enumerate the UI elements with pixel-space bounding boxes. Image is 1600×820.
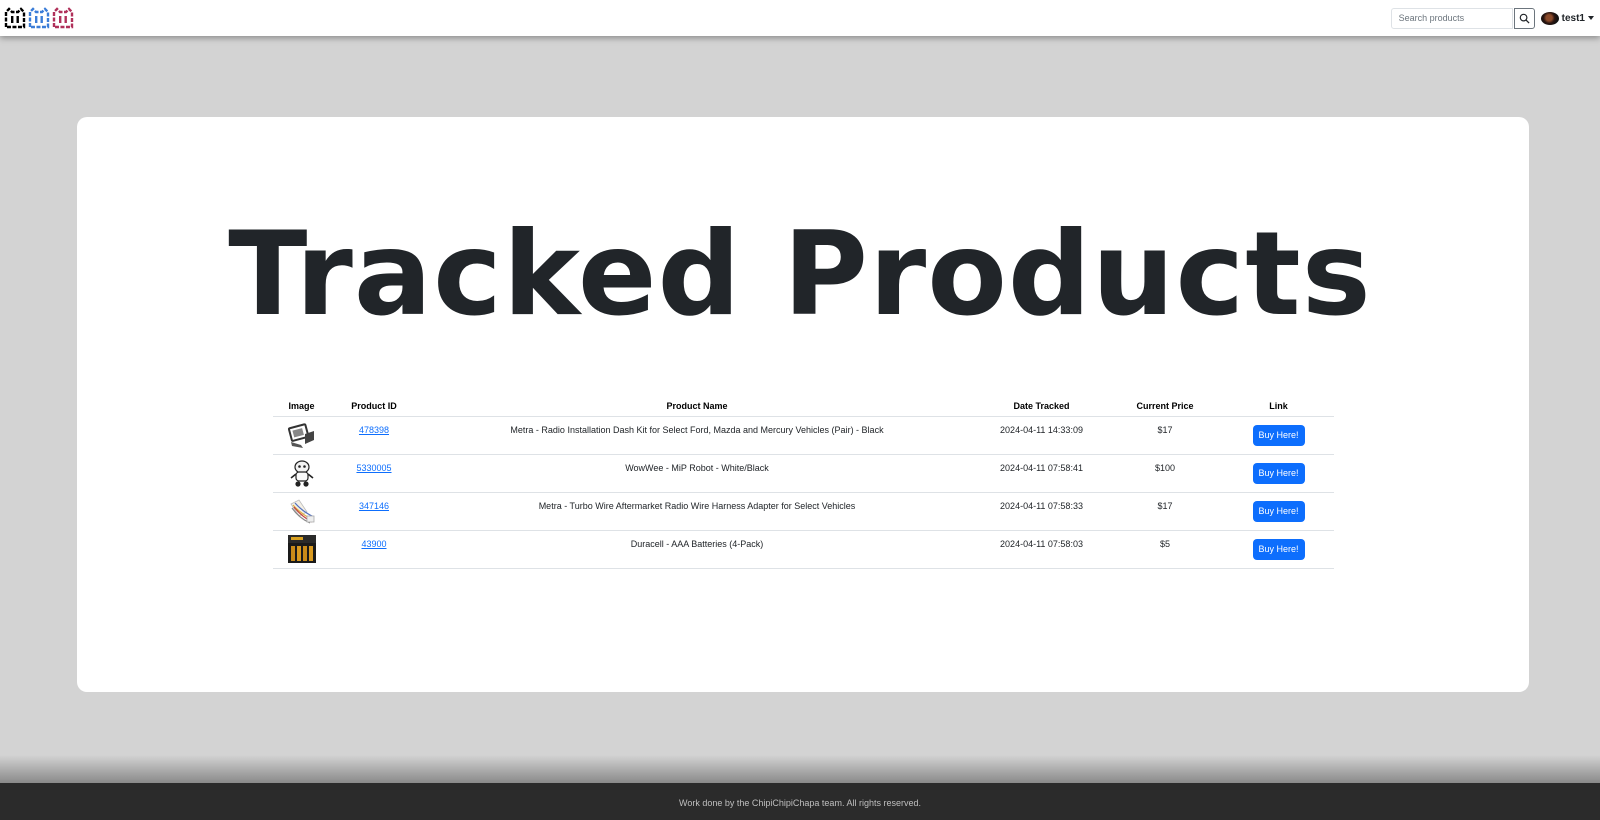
footer-text: Work done by the ChipiChipiChapa team. A…	[679, 798, 921, 808]
search-button[interactable]	[1513, 7, 1535, 29]
dash-kit-thumbnail	[287, 423, 314, 448]
product-id-link[interactable]: 478398	[359, 425, 389, 435]
header-date-tracked: Date Tracked	[976, 396, 1107, 417]
table-header-row: Image Product ID Product Name Date Track…	[273, 396, 1334, 417]
date-tracked-cell: 2024-04-11 07:58:41	[976, 454, 1107, 493]
footer-shadow	[0, 755, 1600, 783]
product-name-cell: Metra - Radio Installation Dash Kit for …	[418, 416, 976, 455]
table-row: 347146 Metra - Turbo Wire Aftermarket Ra…	[273, 492, 1334, 531]
batteries-thumbnail	[287, 535, 316, 563]
date-tracked-cell: 2024-04-11 14:33:09	[976, 416, 1107, 455]
product-name-cell: Metra - Turbo Wire Aftermarket Radio Wir…	[418, 492, 976, 531]
logo-cat-red-icon	[52, 7, 74, 29]
search-icon	[1519, 13, 1530, 24]
logo-cat-black-icon	[4, 7, 26, 29]
header-link: Link	[1223, 396, 1334, 417]
product-id-link[interactable]: 43900	[361, 539, 386, 549]
header-product-name: Product Name	[418, 396, 976, 417]
table-row: 43900 Duracell - AAA Batteries (4-Pack) …	[273, 530, 1334, 569]
buy-here-button[interactable]: Buy Here!	[1252, 500, 1305, 522]
buy-here-button[interactable]: Buy Here!	[1252, 424, 1305, 446]
tracked-products-table: Image Product ID Product Name Date Track…	[273, 396, 1334, 569]
date-tracked-cell: 2024-04-11 07:58:33	[976, 492, 1107, 531]
robot-thumbnail	[290, 460, 313, 487]
page-title: Tracked Products	[228, 207, 1372, 342]
header-image: Image	[273, 396, 330, 417]
avatar	[1540, 11, 1559, 25]
logo-cat-blue-icon	[28, 7, 50, 29]
buy-here-button[interactable]: Buy Here!	[1252, 538, 1305, 560]
search-input[interactable]	[1390, 7, 1513, 29]
header-current-price: Current Price	[1107, 396, 1223, 417]
chevron-down-icon	[1588, 16, 1594, 20]
username-label: test1	[1561, 12, 1585, 24]
footer: Work done by the ChipiChipiChapa team. A…	[0, 783, 1600, 820]
current-price-cell: $17	[1107, 416, 1223, 455]
site-logo[interactable]	[4, 6, 74, 30]
date-tracked-cell: 2024-04-11 07:58:03	[976, 530, 1107, 569]
current-price-cell: $100	[1107, 454, 1223, 493]
product-name-cell: Duracell - AAA Batteries (4-Pack)	[418, 530, 976, 569]
product-id-link[interactable]: 5330005	[356, 463, 391, 473]
table-row: 478398 Metra - Radio Installation Dash K…	[273, 416, 1334, 455]
current-price-cell: $17	[1107, 492, 1223, 531]
user-menu[interactable]: test1	[1540, 11, 1594, 25]
table-row: 5330005 WowWee - MiP Robot - White/Black…	[273, 454, 1334, 493]
header-product-id: Product ID	[330, 396, 418, 417]
navbar-right: test1	[1390, 7, 1594, 29]
top-navbar: test1	[0, 0, 1600, 36]
product-id-link[interactable]: 347146	[359, 501, 389, 511]
current-price-cell: $5	[1107, 530, 1223, 569]
product-name-cell: WowWee - MiP Robot - White/Black	[418, 454, 976, 493]
buy-here-button[interactable]: Buy Here!	[1252, 462, 1305, 484]
wire-harness-thumbnail	[289, 499, 314, 524]
